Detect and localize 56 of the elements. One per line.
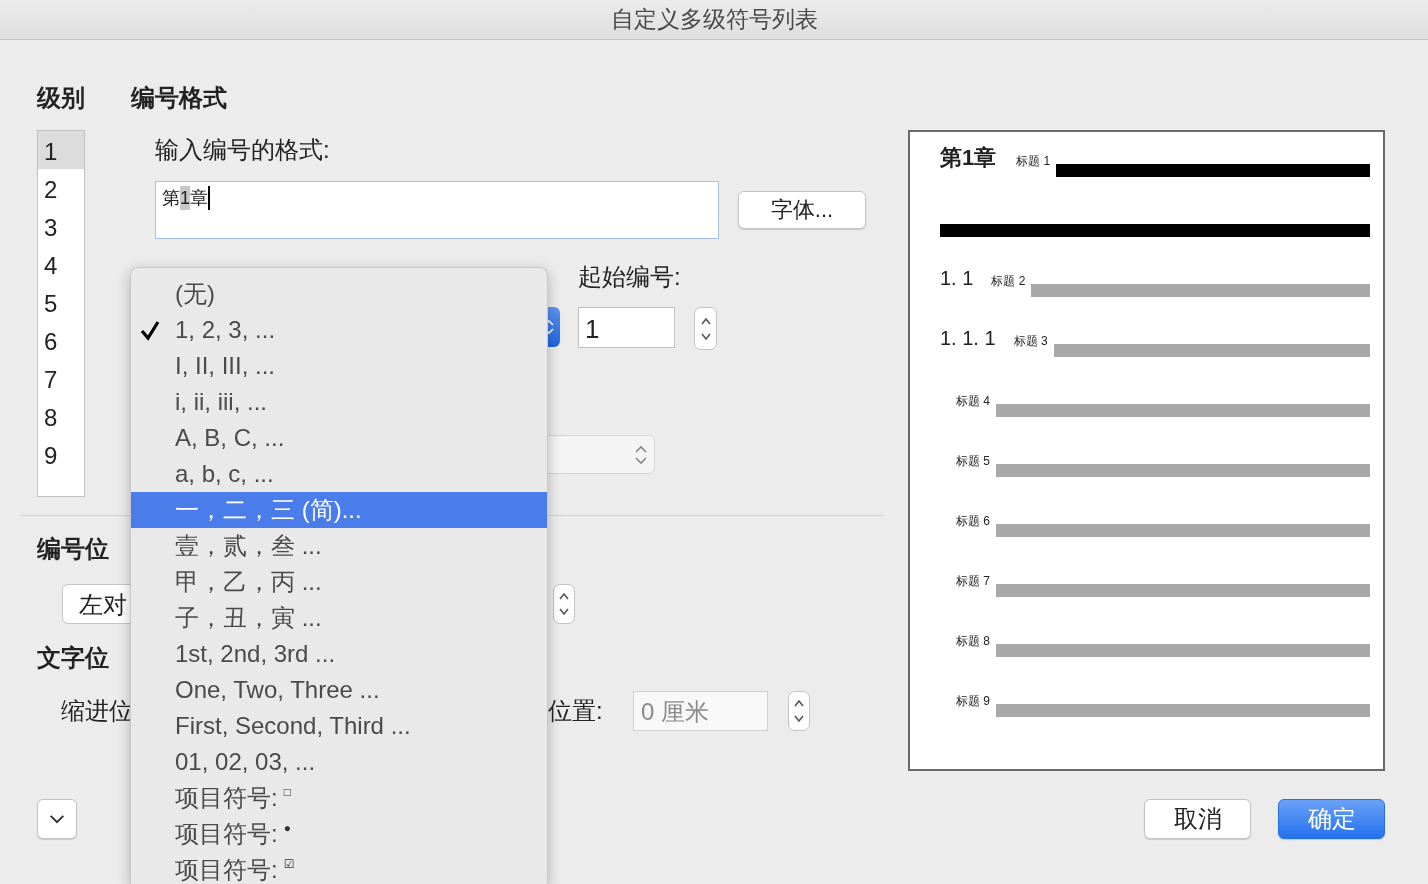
heading-label: 标题 9	[956, 693, 990, 709]
list-item[interactable]: 2	[38, 169, 84, 207]
list-item[interactable]: 4	[38, 245, 84, 283]
heading-label: 标题 8	[956, 633, 990, 649]
menu-item[interactable]: A, B, C, ...	[131, 420, 547, 456]
section-heading: 编号位	[37, 534, 109, 564]
menu-item[interactable]: 1, 2, 3, ...	[131, 312, 547, 348]
heading-number: 1. 1	[940, 266, 974, 290]
stepper-control[interactable]	[553, 584, 575, 624]
menu-item[interactable]: 项目符号: $^{●}$	[131, 816, 547, 852]
menu-item[interactable]: 项目符号: $^{☑}$	[131, 852, 547, 884]
list-item[interactable]: 1	[38, 131, 84, 169]
menu-item[interactable]: First, Second, Third ...	[131, 708, 547, 744]
heading-label: 标题 1	[1016, 153, 1051, 169]
heading-label: 标题 2	[991, 273, 1026, 289]
font-button[interactable]: 字体...	[738, 191, 866, 229]
heading-number: 1. 1. 1	[940, 326, 996, 350]
field-label: 输入编号的格式:	[155, 135, 331, 165]
menu-item[interactable]: 甲，乙，丙 ...	[131, 564, 547, 600]
list-item[interactable]: 7	[38, 359, 84, 397]
section-heading: 级别	[37, 83, 85, 113]
stepper-control[interactable]	[788, 691, 810, 731]
menu-item[interactable]: I, II, III, ...	[131, 348, 547, 384]
menu-item[interactable]: i, ii, iii, ...	[131, 384, 547, 420]
heading-label: 标题 4	[956, 393, 990, 409]
field-label: 起始编号:	[578, 262, 682, 292]
heading-label: 标题 5	[956, 453, 990, 469]
heading-number: 第1章	[940, 146, 997, 170]
list-item[interactable]: 9	[38, 435, 84, 473]
cancel-button[interactable]: 取消	[1144, 799, 1251, 839]
heading-label: 标题 3	[1013, 333, 1048, 349]
field-label: 缩进位	[61, 696, 133, 726]
format-field[interactable]: 第1章	[155, 181, 719, 239]
heading-label: 标题 7	[956, 573, 990, 589]
field-label: 位置:	[548, 696, 604, 726]
section-heading: 文字位	[37, 643, 109, 673]
heading-label: 标题 6	[956, 513, 990, 529]
menu-item[interactable]: (无)	[131, 276, 547, 312]
chevron-down-icon	[48, 813, 66, 825]
menu-item[interactable]: 一，二，三 (简)...	[131, 492, 547, 528]
window-title: 自定义多级符号列表	[610, 5, 818, 34]
menu-item[interactable]: 项目符号: $^{□}$	[131, 780, 547, 816]
menu-item[interactable]: 01, 02, 03, ...	[131, 744, 547, 780]
start-number-field[interactable]: 1	[578, 307, 675, 348]
list-item[interactable]: 6	[38, 321, 84, 359]
list-item[interactable]: 5	[38, 283, 84, 321]
stepper-control[interactable]	[694, 307, 717, 350]
menu-item[interactable]: One, Two, Three ...	[131, 672, 547, 708]
expand-button[interactable]	[37, 799, 77, 839]
list-item[interactable]: 8	[38, 397, 84, 435]
menu-item[interactable]: 1st, 2nd, 3rd ...	[131, 636, 547, 672]
menu-item[interactable]: a, b, c, ...	[131, 456, 547, 492]
section-heading: 编号格式	[131, 83, 227, 113]
menu-item[interactable]: 壹，贰，叁 ...	[131, 528, 547, 564]
menu-item[interactable]: 子，丑，寅 ...	[131, 600, 547, 636]
list-item[interactable]: 3	[38, 207, 84, 245]
